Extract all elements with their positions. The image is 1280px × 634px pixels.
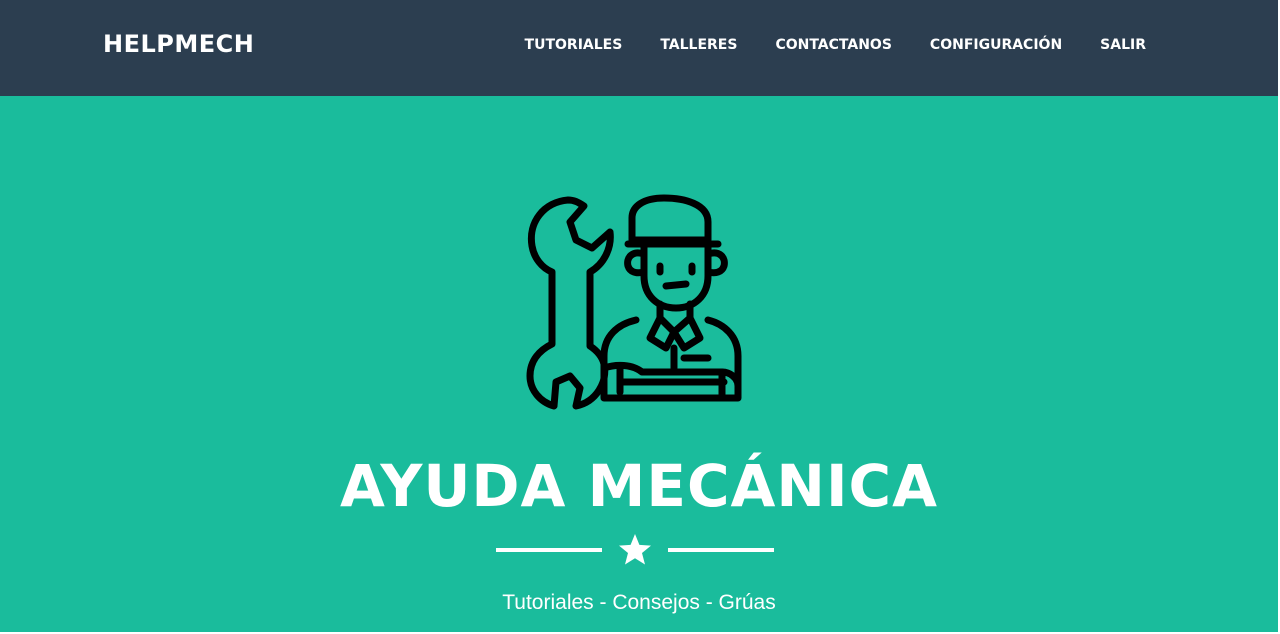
nav-links: TUTORIALES TALLERES CONTACTANOS CONFIGUR… — [525, 37, 1146, 53]
nav-link-salir[interactable]: SALIR — [1100, 37, 1146, 53]
divider-line-right — [668, 548, 774, 552]
navbar: HELPMECH TUTORIALES TALLERES CONTACTANOS… — [0, 0, 1278, 96]
hero-subtitle: Tutoriales - Consejos - Grúas — [502, 591, 776, 614]
star-icon — [619, 534, 651, 565]
title-divider — [496, 532, 774, 568]
nav-link-configuracion[interactable]: CONFIGURACIÓN — [930, 37, 1062, 53]
nav-link-tutoriales[interactable]: TUTORIALES — [525, 37, 623, 53]
brand-logo[interactable]: HELPMECH — [103, 30, 254, 58]
hero-title: AYUDA MECÁNICA — [339, 452, 939, 520]
nav-link-contactanos[interactable]: CONTACTANOS — [775, 37, 891, 53]
mechanic-with-wrench-icon — [526, 194, 742, 410]
divider-line-left — [496, 548, 602, 552]
nav-link-talleres[interactable]: TALLERES — [660, 37, 737, 53]
